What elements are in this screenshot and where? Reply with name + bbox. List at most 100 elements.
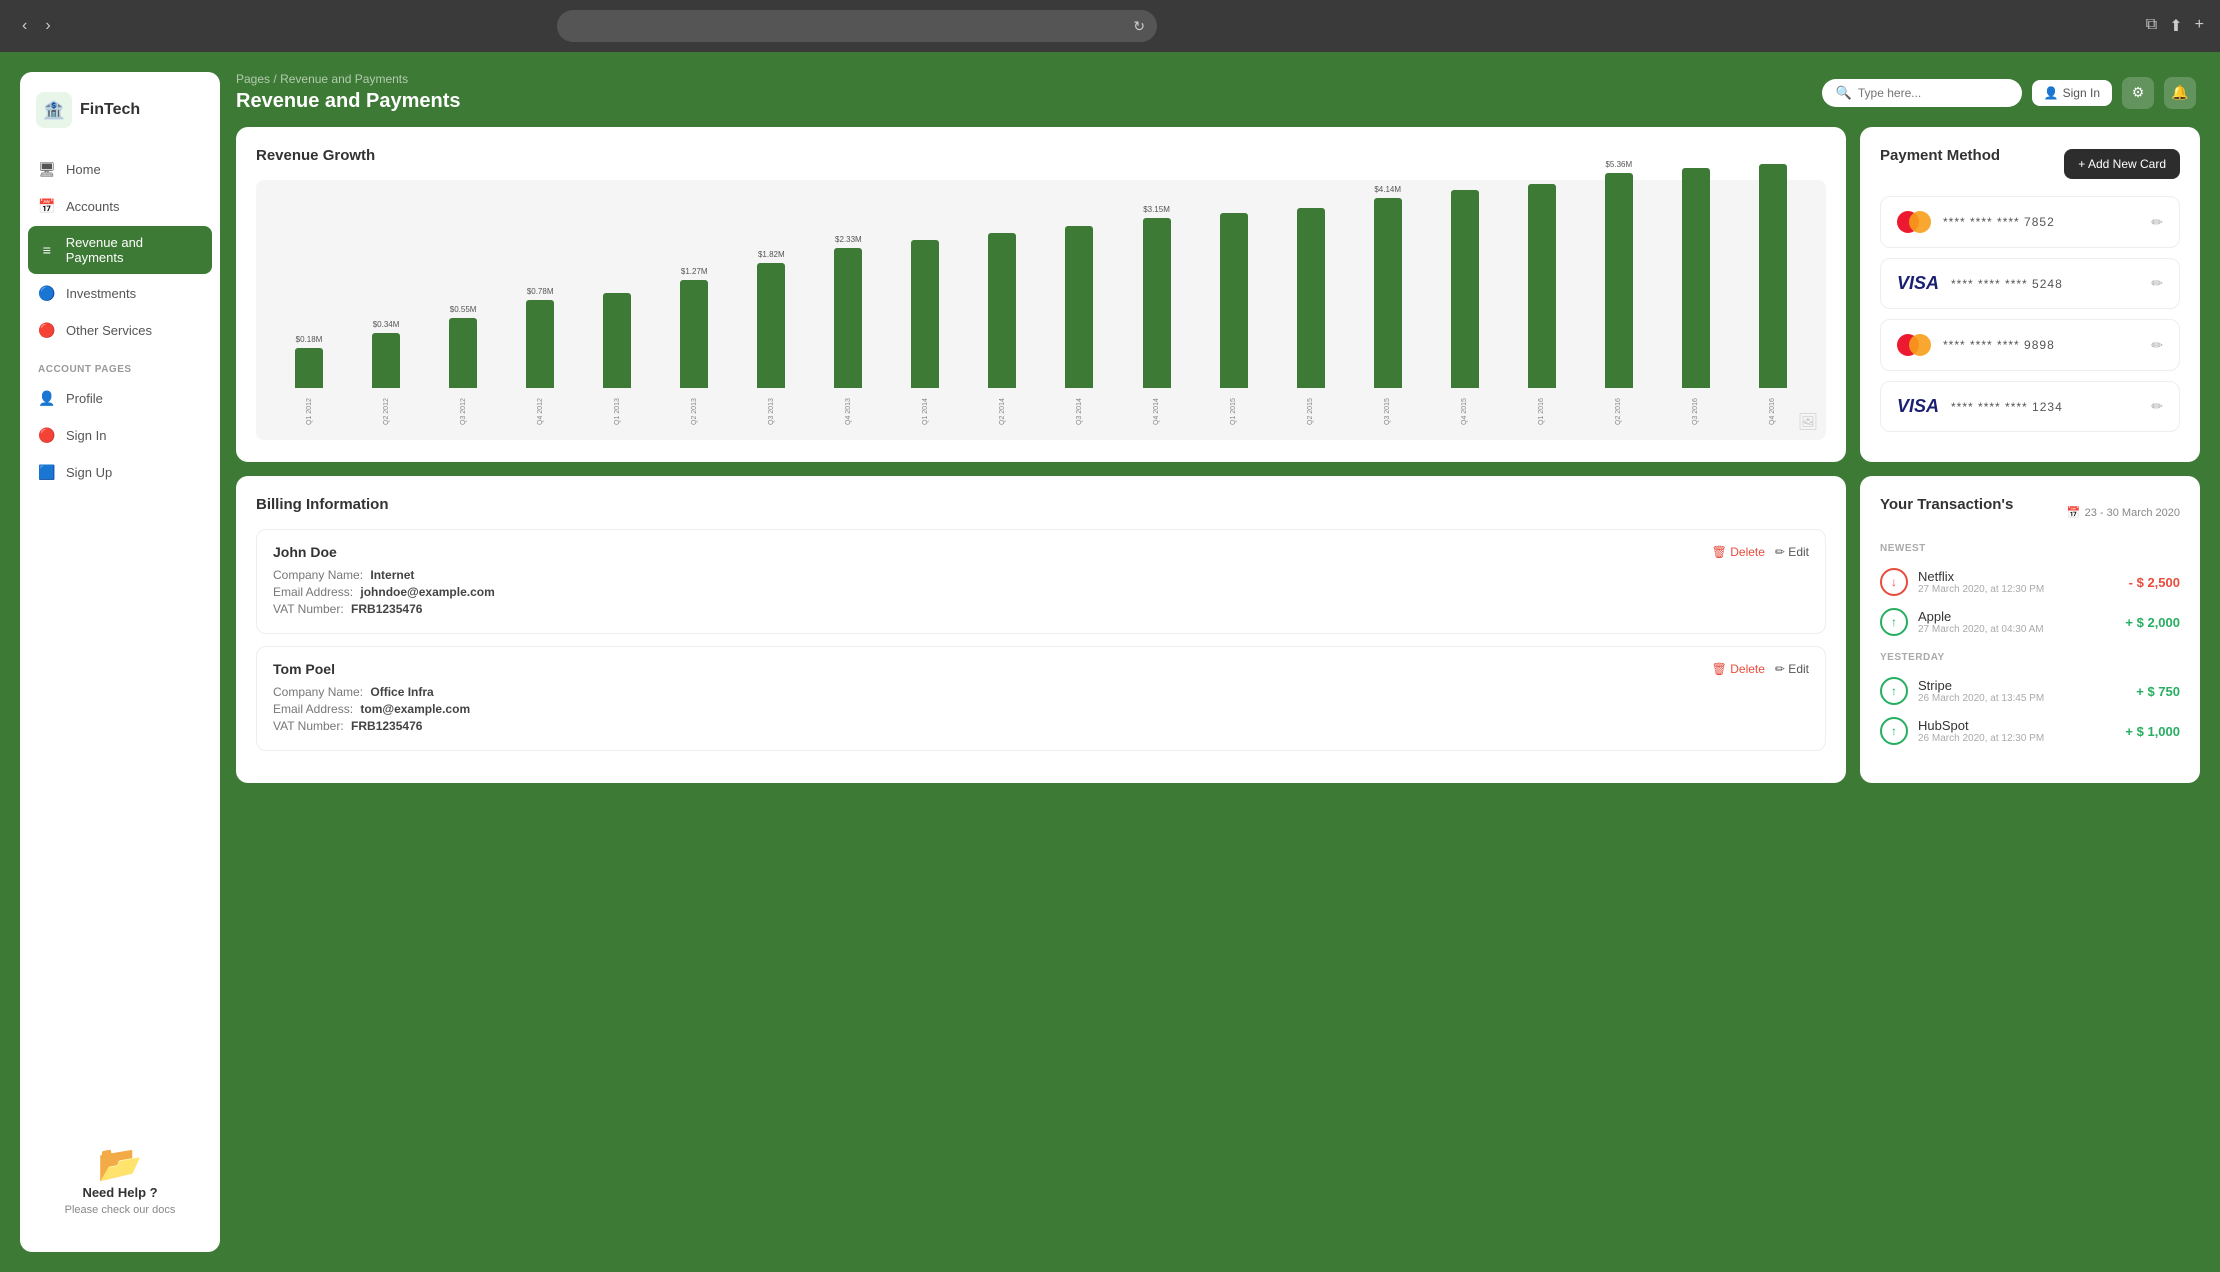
nav-arrows: ‹ › [16,15,57,37]
bar-value-label: $0.55M [450,305,477,314]
breadcrumb-sep: / [273,72,276,86]
bar-period-label: Q4 2013 [845,392,852,432]
sidebar-help: 📂 Need Help ? Please check our docs [20,1127,220,1232]
transaction-row: ↑ HubSpot 26 March 2020, at 12:30 PM + $… [1880,711,2180,751]
sidebar-item-investments[interactable]: 🔵 Investments [28,276,212,311]
edit-card-button[interactable]: ✏ [2151,398,2163,415]
settings-button[interactable]: ⚙ [2122,77,2154,109]
bar [1605,173,1633,388]
address-bar: ↻ [557,10,1157,42]
sidebar-item-home[interactable]: 🖥 Home [28,152,212,187]
other-icon: 🔴 [38,322,56,339]
bar-period-label: Q1 2014 [922,392,929,432]
edit-card-button[interactable]: ✏ [2151,337,2163,354]
search-input[interactable] [1858,86,2008,100]
billing-entry: Tom Poel 🗑 Delete ✏ Edit Company Name: O… [256,646,1826,751]
delete-button[interactable]: 🗑 Delete [1712,545,1765,559]
main-layout: 🏦 FinTech 🖥 Home 📅 Accounts ≡ Revenue an… [20,72,2200,1252]
back-button[interactable]: ‹ [16,15,33,37]
transaction-row: ↑ Stripe 26 March 2020, at 13:45 PM + $ … [1880,671,2180,711]
edit-card-button[interactable]: ✏ [2151,214,2163,231]
bar-group: Q1 2016 [1505,180,1579,432]
bar-period-label: Q2 2016 [1615,392,1622,432]
notifications-button[interactable]: 🔔 [2164,77,2196,109]
edit-button[interactable]: ✏ Edit [1775,662,1809,676]
reload-button[interactable]: ↻ [1133,18,1145,35]
tx-amount: - $ 2,500 [2129,575,2180,590]
bar [372,333,400,388]
billing-card: Billing Information John Doe 🗑 Delete ✏ … [236,476,1846,783]
delete-button[interactable]: 🗑 Delete [1712,662,1765,676]
accounts-icon: 📅 [38,198,56,215]
bar-group: $2.33M Q4 2013 [811,235,885,432]
company-name-field: Company Name: Internet [273,568,1809,582]
tx-date: 26 March 2020, at 12:30 PM [1918,733,2044,744]
sign-in-button[interactable]: 👤 Sign In [2032,80,2112,106]
sidebar-item-profile[interactable]: 👤 Profile [28,381,212,416]
transactions-header: Your Transaction's 📅 23 - 30 March 2020 [1880,496,2180,529]
bar [1374,198,1402,388]
bar-group: $0.78MQ4 2012 [503,287,577,432]
transaction-section-label: NEWEST [1880,543,2180,554]
window-action-3[interactable]: + [2195,16,2204,36]
account-nav: 👤 Profile 🔴 Sign In 🟦 Sign Up [20,381,220,492]
bar-value-label: $1.27M [681,267,708,276]
tx-info: Netflix 27 March 2020, at 12:30 PM [1918,569,2044,595]
bar [757,263,785,388]
payment-card-row: **** **** **** 9898✏ [1880,319,2180,371]
billing-actions: 🗑 Delete ✏ Edit [1712,662,1809,676]
bar-period-label: Q3 2014 [1076,392,1083,432]
transactions-title: Your Transaction's [1880,496,2013,513]
help-title: Need Help ? [36,1185,204,1200]
bar-period-label: Q3 2013 [768,392,775,432]
signin-icon: 🔴 [38,427,56,444]
bar-period-label: Q2 2013 [691,392,698,432]
transaction-section-label: YESTERDAY [1880,652,2180,663]
bar [1759,164,1787,388]
vat-field: VAT Number: FRB1235476 [273,602,1809,616]
sidebar-item-revenue[interactable]: ≡ Revenue and Payments [28,226,212,274]
chart-icon: 🖼 [1798,412,1818,432]
bar [1143,218,1171,388]
edit-card-button[interactable]: ✏ [2151,275,2163,292]
bar-period-label: Q1 2012 [306,392,313,432]
sidebar-item-signin[interactable]: 🔴 Sign In [28,418,212,453]
company-name-field: Company Name: Office Infra [273,685,1809,699]
bar-value-label: $3.15M [1143,205,1170,214]
forward-button[interactable]: › [39,15,56,37]
bar-period-label: Q1 2016 [1538,392,1545,432]
app-name: FinTech [80,101,140,119]
top-content-row: Revenue Growth $0.18MQ1 2012$0.34MQ2 201… [236,127,2200,462]
window-action-2[interactable]: ⬆ [2169,16,2182,36]
bar-group: Q3 2016 [1659,164,1733,432]
tx-name: HubSpot [1918,718,2044,733]
add-card-button[interactable]: + Add New Card [2064,149,2180,179]
bar-value-label: $4.14M [1374,185,1401,194]
tx-date: 27 March 2020, at 04:30 AM [1918,624,2044,635]
title-area: Pages / Revenue and Payments Revenue and… [236,72,461,113]
help-subtitle: Please check our docs [36,1204,204,1216]
bottom-row: Billing Information John Doe 🗑 Delete ✏ … [236,476,2200,783]
sidebar-item-other[interactable]: 🔴 Other Services [28,313,212,348]
tx-name: Stripe [1918,678,2044,693]
payment-card-row: **** **** **** 7852✏ [1880,196,2180,248]
search-box[interactable]: 🔍 [1822,79,2022,107]
bar-value-label: $2.33M [835,235,862,244]
sidebar-item-home-label: Home [66,162,101,177]
billing-name: Tom Poel [273,661,335,677]
bar [295,348,323,388]
bar-group: Q2 2014 [965,229,1039,432]
chart-area: $0.18MQ1 2012$0.34MQ2 2012$0.55MQ3 2012$… [256,180,1826,440]
sidebar-item-accounts[interactable]: 📅 Accounts [28,189,212,224]
sidebar-item-signup[interactable]: 🟦 Sign Up [28,455,212,490]
bar-period-label: Q1 2013 [614,392,621,432]
edit-button[interactable]: ✏ Edit [1775,545,1809,559]
window-action-1[interactable]: ⧉ [2146,16,2157,36]
bar-value-label: $5.36M [1605,160,1632,169]
bar-group: $3.15MQ4 2014 [1120,205,1194,432]
page-header: Pages / Revenue and Payments Revenue and… [236,72,2200,113]
visa-icon: VISA [1897,273,1939,294]
sidebar-item-signin-label: Sign In [66,428,106,443]
tx-info: HubSpot 26 March 2020, at 12:30 PM [1918,718,2044,744]
bar [449,318,477,388]
